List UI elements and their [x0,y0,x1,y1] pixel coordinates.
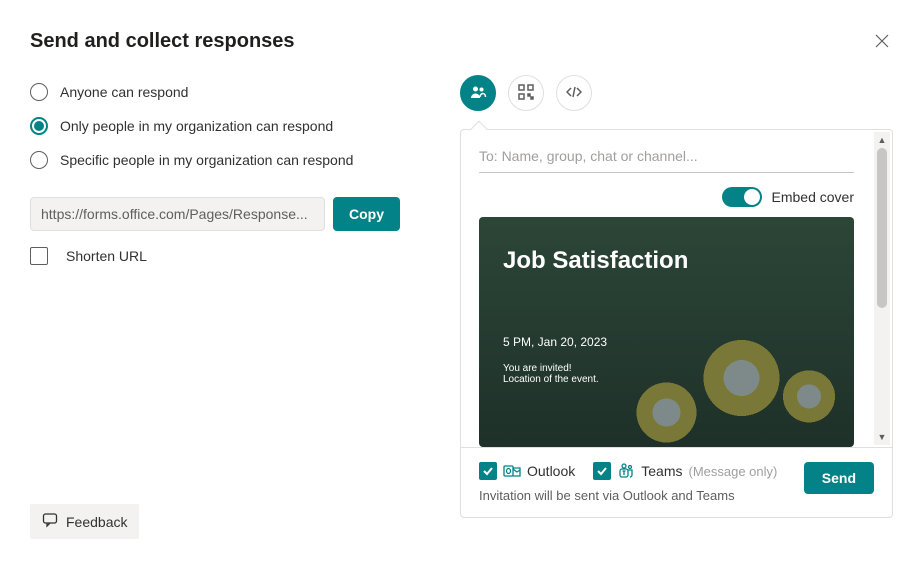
people-icon [469,83,487,104]
teams-checkbox[interactable] [593,462,611,480]
invite-panel: Embed cover Job Satisfaction 5 PM, Jan 2… [460,129,893,518]
radio-icon [30,83,48,101]
dialog-title: Send and collect responses [30,30,295,53]
copy-button[interactable]: Copy [333,197,400,231]
scroll-down-icon[interactable]: ▼ [874,429,890,445]
feedback-icon [42,512,58,531]
scroll-thumb[interactable] [877,148,887,308]
embed-cover-label: Embed cover [772,189,854,205]
teams-icon [617,462,635,480]
feedback-label: Feedback [66,514,127,530]
radio-icon [30,117,48,135]
embed-cover-toggle[interactable] [722,187,762,207]
teams-label: Teams [641,463,682,479]
cover-invite-text: You are invited! [503,363,830,374]
cover-location-text: Location of the event. [503,374,830,385]
radio-label: Only people in my organization can respo… [60,118,333,134]
respondent-radio-group: Anyone can respond Only people in my org… [30,75,400,177]
radio-label: Specific people in my organization can r… [60,152,353,168]
feedback-button[interactable]: Feedback [30,504,139,539]
send-button[interactable]: Send [804,462,874,494]
shorten-url-label: Shorten URL [66,248,147,264]
radio-specific-people[interactable]: Specific people in my organization can r… [30,143,400,177]
tab-invite[interactable] [460,75,496,111]
radio-label: Anyone can respond [60,84,188,100]
outlook-label: Outlook [527,463,575,479]
close-button[interactable] [871,30,893,55]
cover-time: 5 PM, Jan 20, 2023 [503,335,830,349]
code-icon [566,84,582,103]
tab-qr-code[interactable] [508,75,544,111]
send-via-note: Invitation will be sent via Outlook and … [479,488,777,503]
teams-note: (Message only) [688,464,777,479]
radio-org-only[interactable]: Only people in my organization can respo… [30,109,400,143]
close-icon [875,34,889,51]
scrollbar[interactable]: ▲ ▼ [874,132,890,445]
recipients-input[interactable] [479,144,854,173]
scroll-up-icon[interactable]: ▲ [874,132,890,148]
cover-title: Job Satisfaction [503,247,830,275]
radio-icon [30,151,48,169]
outlook-checkbox[interactable] [479,462,497,480]
qr-code-icon [518,84,534,103]
cover-preview: Job Satisfaction 5 PM, Jan 20, 2023 You … [479,217,854,447]
share-url-input[interactable]: https://forms.office.com/Pages/Response.… [30,197,325,231]
tab-embed-code[interactable] [556,75,592,111]
shorten-url-checkbox[interactable] [30,247,48,265]
radio-anyone[interactable]: Anyone can respond [30,75,400,109]
outlook-icon [503,462,521,480]
